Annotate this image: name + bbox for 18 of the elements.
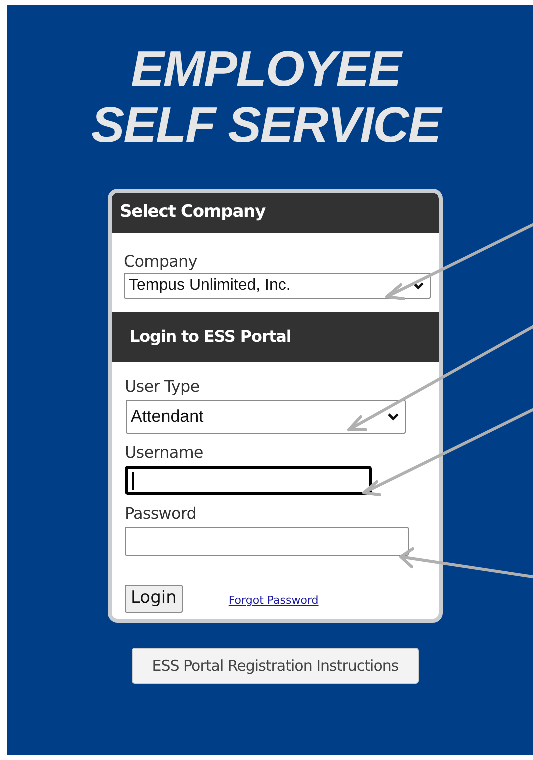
registration-instructions-button[interactable]: ESS Portal Registration Instructions — [132, 648, 419, 684]
input-field[interactable] — [125, 527, 409, 556]
field-label: User Type — [125, 378, 201, 396]
section-header: Login to ESS Portal — [112, 312, 439, 362]
chevron-down-icon — [388, 413, 399, 421]
app-title: SELF SERVICE — [91, 97, 441, 153]
app-title: EMPLOYEE — [131, 41, 401, 97]
section-header: Select Company — [112, 193, 439, 233]
dropdown[interactable]: Attendant — [126, 400, 406, 434]
field-label: Company — [124, 253, 198, 271]
forgot-password-link[interactable]: Forgot Password — [228, 592, 319, 609]
login-button[interactable]: Login — [125, 585, 183, 613]
field-label: Username — [125, 444, 204, 462]
field-label: Password — [125, 505, 198, 523]
text-cursor-icon — [132, 472, 134, 490]
dropdown[interactable]: Tempus Unlimited, Inc. — [124, 273, 431, 299]
chevron-down-icon — [413, 282, 424, 290]
input-field[interactable] — [125, 466, 372, 495]
